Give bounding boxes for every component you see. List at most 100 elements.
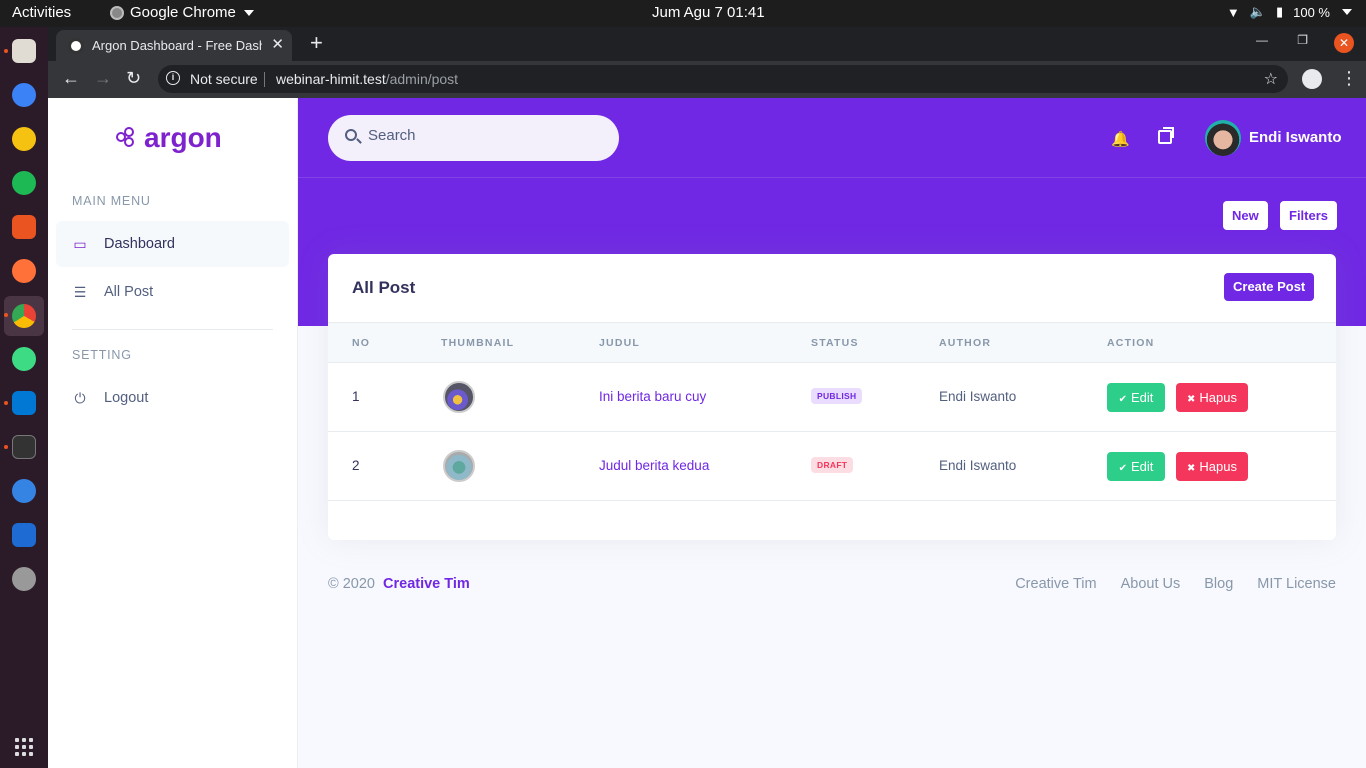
edit-button[interactable]: ✔ Edit (1107, 383, 1165, 412)
status-badge: PUBLISH (811, 388, 863, 404)
power-icon: ⏻ (74, 389, 86, 406)
sidebar-item-all-post[interactable]: ☰ All Post (56, 269, 289, 315)
sidebar-item-label: Logout (104, 390, 149, 406)
post-title-link[interactable]: Judul berita kedua (599, 458, 709, 473)
argon-logo-icon (116, 127, 138, 149)
window-close-icon[interactable]: ✕ (1334, 33, 1354, 53)
edit-button[interactable]: ✔ Edit (1107, 452, 1165, 481)
android-studio-icon[interactable] (12, 347, 36, 371)
files-icon[interactable] (12, 39, 36, 63)
bookmark-star-icon[interactable]: ☆ (1264, 69, 1278, 89)
back-icon[interactable]: ← (62, 68, 80, 89)
close-tab-icon[interactable]: ✕ (271, 35, 284, 53)
sidebar-item-label: All Post (104, 284, 154, 300)
dock (0, 27, 48, 768)
favicon-icon (68, 38, 84, 54)
delete-label: Hapus (1199, 390, 1237, 405)
create-post-button[interactable]: Create Post (1224, 273, 1315, 301)
check-icon: ✔ (1118, 463, 1127, 474)
terminal-icon[interactable] (12, 435, 36, 459)
restore-icon[interactable]: ❐ (1297, 33, 1308, 47)
card-title: All Post (352, 278, 416, 297)
column-header: AUTHOR (939, 337, 992, 349)
system-tray[interactable]: ▼ 🔈 ▮ 100 % (1227, 4, 1352, 20)
thumbnail-image (443, 381, 475, 413)
new-button[interactable]: New (1223, 201, 1268, 230)
forward-icon[interactable]: → (94, 68, 112, 89)
status-badge: DRAFT (811, 457, 854, 473)
sidebar: argon MAIN MENU ▭ Dashboard ☰ All Post S… (48, 98, 298, 768)
web-page: argon MAIN MENU ▭ Dashboard ☰ All Post S… (48, 98, 1366, 768)
table-row: 1 Ini berita baru cuy PUBLISH Endi Iswan… (328, 363, 1336, 432)
spotify-icon[interactable] (12, 171, 36, 195)
show-applications-icon[interactable] (15, 738, 33, 756)
help-icon[interactable] (12, 479, 36, 503)
chevron-down-icon (1342, 9, 1352, 15)
new-tab-icon[interactable]: + (310, 30, 323, 56)
sidebar-divider (72, 329, 273, 330)
system-top-bar: Activities Google Chrome Jum Agu 7 01:41… (0, 0, 1366, 27)
ni-ungroup-icon[interactable] (1158, 127, 1174, 144)
sidebar-item-dashboard[interactable]: ▭ Dashboard (56, 221, 289, 267)
browser-tab[interactable]: Argon Dashboard - Free Dashboard ✕ (56, 30, 292, 61)
footer-nav: Creative Tim About Us Blog MIT License (1015, 576, 1336, 592)
footer-link-mit-license[interactable]: MIT License (1257, 576, 1336, 592)
browser-tab-strip: Argon Dashboard - Free Dashboard ✕ + — ❐… (48, 27, 1366, 61)
footer-link-about-us[interactable]: About Us (1121, 576, 1181, 592)
filters-button[interactable]: Filters (1280, 201, 1338, 230)
sidebar-item-logout[interactable]: ⏻ Logout (56, 375, 289, 421)
activities-button[interactable]: Activities (12, 4, 71, 21)
x-icon: ✖ (1187, 394, 1196, 405)
delete-button[interactable]: ✖ Hapus (1176, 383, 1248, 412)
brand-name: argon (144, 122, 222, 153)
column-header: ACTION (1107, 337, 1155, 349)
posts-card: All Post Create Post NO THUMBNAIL JUDUL … (328, 254, 1336, 540)
column-header: THUMBNAIL (441, 337, 515, 349)
info-icon[interactable]: i (166, 71, 180, 85)
search-icon (345, 129, 357, 141)
software-center-icon[interactable] (12, 215, 36, 239)
chrome-icon[interactable] (12, 304, 36, 328)
running-indicator (4, 445, 8, 449)
minimize-icon[interactable]: — (1256, 33, 1268, 47)
brand-logo[interactable]: argon (116, 122, 222, 154)
profile-icon[interactable] (1302, 69, 1322, 89)
bell-icon[interactable]: 🔔 (1111, 130, 1130, 148)
url-host: webinar-himit.test (276, 71, 386, 87)
reload-icon[interactable]: ↻ (126, 68, 141, 89)
post-title-link[interactable]: Ini berita baru cuy (599, 389, 706, 404)
avatar[interactable] (1205, 120, 1241, 156)
footer-link-creative-tim[interactable]: Creative Tim (1015, 576, 1096, 592)
app-menu-label: Google Chrome (130, 4, 236, 21)
firefox-icon[interactable] (12, 259, 36, 283)
user-name[interactable]: Endi Iswanto (1249, 129, 1342, 146)
battery-icon: ▮ (1275, 4, 1284, 19)
row-number: 1 (352, 389, 360, 404)
delete-button[interactable]: ✖ Hapus (1176, 452, 1248, 481)
url-text: webinar-himit.test/admin/post (276, 71, 458, 87)
thunderbird-icon[interactable] (12, 83, 36, 107)
clock[interactable]: Jum Agu 7 01:41 (652, 4, 765, 21)
vscode-icon[interactable] (12, 391, 36, 415)
app-menu[interactable]: Google Chrome (110, 4, 254, 21)
battery-label: 100 % (1293, 4, 1330, 20)
edit-label: Edit (1130, 459, 1154, 474)
edit-label: Edit (1130, 390, 1154, 405)
row-number: 2 (352, 458, 360, 473)
disk-icon[interactable] (12, 567, 36, 591)
header-divider (298, 177, 1366, 178)
footer-link-blog[interactable]: Blog (1204, 576, 1233, 592)
copyright-text: © 2020 (328, 576, 375, 592)
author-name: Endi Iswanto (939, 389, 1017, 404)
setting-heading: SETTING (72, 348, 132, 362)
tab-title: Argon Dashboard - Free Dashboard (92, 38, 262, 53)
footer-brand-link[interactable]: Creative Tim (383, 576, 470, 592)
main-menu-heading: MAIN MENU (72, 194, 151, 208)
writer-icon[interactable] (12, 523, 36, 547)
search-input[interactable] (368, 127, 598, 144)
search-box[interactable] (328, 115, 619, 161)
address-bar[interactable]: i Not secure webinar-himit.test/admin/po… (158, 65, 1288, 93)
thumbnail-image (443, 450, 475, 482)
menu-kebab-icon[interactable]: ⋮ (1340, 68, 1358, 89)
rhythmbox-icon[interactable] (12, 127, 36, 151)
